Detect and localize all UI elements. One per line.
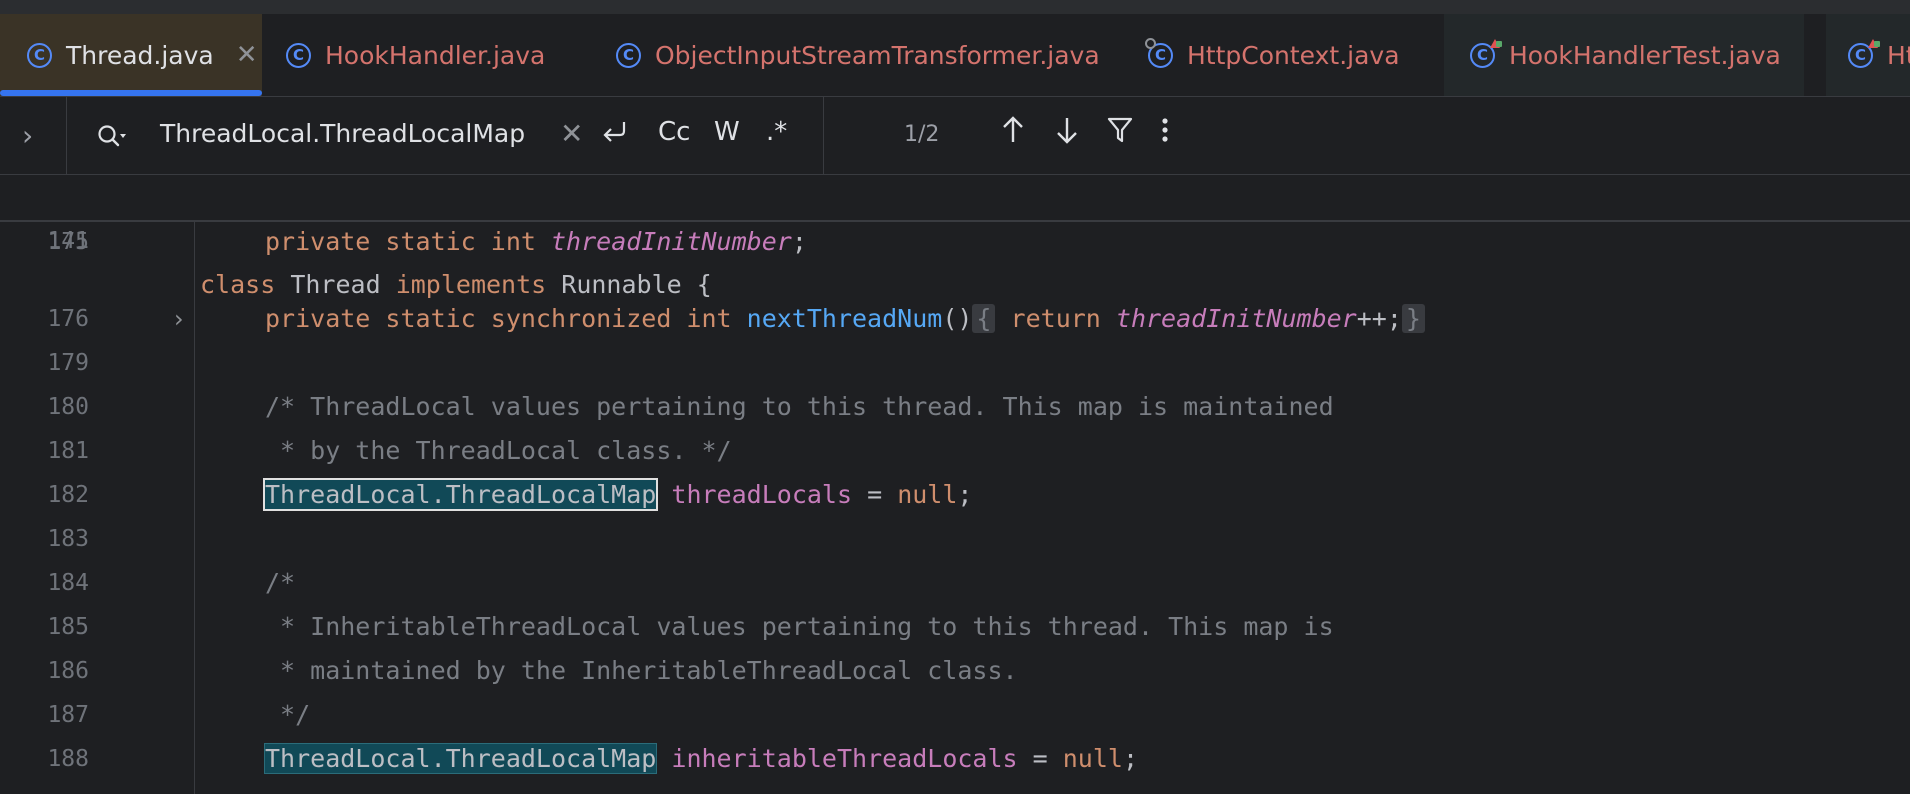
code-text: /* [265, 568, 296, 597]
code-line[interactable]: 184 /* [0, 561, 1910, 605]
match-case-toggle[interactable]: Cc [658, 117, 690, 147]
code-line[interactable]: 175 private static int threadInitNumber; [0, 220, 1910, 264]
test-class-icon: C [1470, 38, 1502, 68]
tab-label: HookHandler.java [325, 40, 546, 70]
test-class-icon: C [1848, 38, 1880, 68]
line-number: 175 [47, 229, 89, 255]
tab-label: Thread.java [66, 40, 214, 70]
folded-code-brace[interactable]: } [1401, 304, 1425, 333]
editor-tab-bar: C Thread.java ✕ C HookHandler.java C Obj… [0, 14, 1910, 97]
code-text: private static int threadInitNumber; [265, 227, 807, 256]
class-icon: C [27, 42, 52, 68]
close-icon[interactable]: ✕ [236, 40, 258, 70]
code-text: /* ThreadLocal values pertaining to this… [265, 392, 1334, 421]
search-input[interactable]: ThreadLocal.ThreadLocalMap [160, 119, 525, 148]
code-text: * by the ThreadLocal class. */ [265, 436, 732, 465]
expand-replace-chevron-icon[interactable]: › [22, 119, 33, 152]
clear-search-icon[interactable]: ✕ [560, 117, 583, 150]
interface-class-icon: C [1145, 37, 1173, 68]
tab-overflow-partial[interactable]: C Ht [1826, 14, 1910, 96]
code-line[interactable]: 181 * by the ThreadLocal class. */ [0, 429, 1910, 473]
line-number: 184 [47, 570, 89, 596]
tab-label: Ht [1887, 40, 1910, 70]
code-line[interactable]: 187 */ [0, 693, 1910, 737]
current-search-match: ThreadLocal.ThreadLocalMap [262, 478, 659, 511]
line-number: 181 [47, 438, 89, 464]
more-options-icon[interactable] [1158, 115, 1172, 153]
filter-icon[interactable] [1106, 115, 1134, 153]
code-text: */ [265, 700, 311, 729]
class-icon: C [616, 42, 641, 68]
code-line[interactable]: 186 * maintained by the InheritableThrea… [0, 649, 1910, 693]
code-line[interactable]: 185 * InheritableThreadLocal values pert… [0, 605, 1910, 649]
divider [66, 97, 67, 174]
line-number: 186 [47, 658, 89, 684]
code-line[interactable]: 182 ThreadLocal.ThreadLocalMap threadLoca… [0, 473, 1910, 517]
code-line[interactable]: 176 › private static synchronized int next… [0, 297, 1910, 341]
tab-label: HookHandlerTest.java [1509, 40, 1781, 70]
active-tab-indicator [0, 90, 262, 96]
next-occurrence-arrow-down-icon[interactable] [1054, 115, 1080, 153]
code-editor[interactable]: 141 class Thread implements Runnable { 1… [0, 175, 1910, 794]
code-text: ThreadLocal.ThreadLocalMap threadLocals … [262, 478, 973, 511]
code-text: * InheritableThreadLocal values pertaini… [265, 612, 1334, 641]
window-top-strip [0, 0, 1910, 14]
code-line[interactable]: 179 [0, 341, 1910, 385]
tab-thread-java[interactable]: C Thread.java ✕ [0, 14, 262, 96]
line-number: 180 [47, 394, 89, 420]
tab-hookhandlertest-java[interactable]: C HookHandlerTest.java [1444, 14, 1804, 96]
line-number: 179 [47, 350, 89, 376]
words-toggle[interactable]: W [714, 117, 740, 147]
divider [823, 97, 824, 174]
regex-toggle[interactable]: .* [766, 117, 787, 147]
code-line[interactable]: 183 [0, 517, 1910, 561]
line-number: 185 [47, 614, 89, 640]
previous-occurrence-arrow-up-icon[interactable] [1000, 115, 1026, 153]
search-history-icon[interactable] [97, 124, 129, 154]
find-in-file-bar: › ThreadLocal.ThreadLocalMap ✕ Cc W .* 1… [0, 97, 1910, 175]
code-line[interactable]: 188 ThreadLocal.ThreadLocalMap inheritabl… [0, 737, 1910, 781]
class-icon: C [286, 42, 311, 68]
line-number: 176 [47, 306, 89, 332]
tab-label: ObjectInputStreamTransformer.java [655, 40, 1100, 70]
folded-code-brace[interactable]: { [972, 304, 996, 333]
new-line-icon[interactable] [600, 117, 630, 154]
line-number: 187 [47, 702, 89, 728]
search-match: ThreadLocal.ThreadLocalMap [263, 743, 658, 774]
code-text: private static synchronized int nextThre… [265, 297, 1425, 341]
match-count: 1/2 [904, 122, 940, 147]
fold-chevron-icon[interactable]: › [174, 297, 184, 341]
sticky-line-header[interactable]: 141 class Thread implements Runnable { [0, 175, 1910, 299]
tab-httpcontext-java[interactable]: C HttpContext.java [1145, 14, 1400, 96]
line-number: 182 [47, 482, 89, 508]
tab-label: HttpContext.java [1187, 40, 1400, 70]
line-number: 183 [47, 526, 89, 552]
line-number: 188 [47, 746, 89, 772]
code-text: * maintained by the InheritableThreadLoc… [265, 656, 1018, 685]
tab-objectinputstreamtransformer-java[interactable]: C ObjectInputStreamTransformer.java [616, 14, 1100, 96]
code-line[interactable]: 180 /* ThreadLocal values pertaining to t… [0, 385, 1910, 429]
code-text: ThreadLocal.ThreadLocalMap inheritableTh… [263, 743, 1139, 774]
tab-hookhandler-java[interactable]: C HookHandler.java [286, 14, 545, 96]
